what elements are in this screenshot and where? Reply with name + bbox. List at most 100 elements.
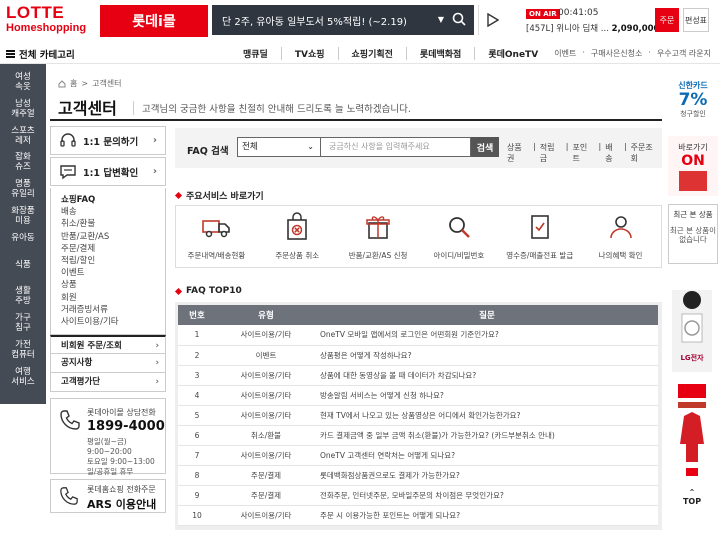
side-category-men-casual[interactable]: 남성 캐주얼	[0, 99, 46, 119]
faq-search-button[interactable]: 검색	[471, 137, 499, 157]
side-category-kids[interactable]: 유아동	[0, 233, 46, 243]
answer-check-button[interactable]: 1:1 답변확인 ›	[50, 157, 166, 186]
nav-link-thankyou-deal[interactable]: 맹큐딜	[230, 47, 281, 60]
lg-banner[interactable]: LG전자	[672, 290, 712, 372]
faq-question[interactable]: 상품에 대한 동영상을 볼 때 데이터가 차감되나요?	[316, 365, 658, 386]
faq-question[interactable]: OneTV 모바일 앱에서의 로그인은 어떤회원 기준인가요?	[316, 325, 658, 346]
search-promo-box[interactable]: 단 2주, 유아동 일부도서 5%적립! (~2.19) ▼	[212, 5, 474, 35]
table-row[interactable]: 3 사이트이용/기타 상품에 대한 동영상을 볼 때 데이터가 차감되나요?	[178, 365, 658, 386]
side-category-living-kitchen[interactable]: 생활 주방	[0, 286, 46, 306]
onair-product-name: [457L] 위니아 딤채 ...	[526, 24, 609, 34]
sub-item-cancel-refund[interactable]: 취소/환불	[61, 218, 165, 230]
nav-link-shopping-event[interactable]: 쇼핑기획전	[337, 47, 406, 60]
service-receipt[interactable]: 영수증/매출전표 발급	[499, 206, 580, 267]
side-category-travel[interactable]: 여행 서비스	[0, 367, 46, 387]
faq-search-input[interactable]: 궁금하신 사항을 입력해주세요	[321, 137, 471, 157]
util-vip[interactable]: 우수고객 라운지	[654, 48, 714, 59]
barogagi-text: 바로가기	[678, 143, 708, 152]
top-button[interactable]: ⌃ TOP	[672, 488, 712, 518]
table-row[interactable]: 9 주문/결제 전화주문, 인터넷주문, 모바일주문의 차이점은 무엇인가요?	[178, 485, 658, 506]
sub-item-product[interactable]: 상품	[61, 279, 165, 291]
keyword-reserve[interactable]: 적립금	[538, 142, 564, 164]
side-category-luxury[interactable]: 명품 유일리	[0, 179, 46, 199]
lotte-homeshopping-logo[interactable]: LOTTE Homeshopping	[6, 4, 94, 37]
keyword-giftcard[interactable]: 상품권	[505, 142, 531, 164]
sub-item-member[interactable]: 회원	[61, 292, 165, 304]
lotte-imall-banner[interactable]: 롯데i몰	[100, 5, 208, 37]
table-row[interactable]: 2 이벤트 상품평은 어떻게 작성하나요?	[178, 345, 658, 366]
table-row[interactable]: 4 사이트이용/기타 방송알림 서비스는 어떻게 신청 하나요?	[178, 385, 658, 406]
util-event[interactable]: 이벤트	[551, 48, 579, 59]
nav-link-lotte-dept[interactable]: 롯데백화점	[405, 47, 474, 60]
table-row[interactable]: 8 주문/결제 롯데백화점상품권으로도 결제가 가능한가요?	[178, 465, 658, 486]
table-row[interactable]: 1 사이트이용/기타 OneTV 모바일 앱에서의 로그인은 어떤회원 기준인가요?	[178, 325, 658, 346]
northface-banner[interactable]	[672, 382, 712, 482]
inquiry-label: 1:1 문의하기	[83, 136, 139, 148]
side-category-sports-leisure[interactable]: 스포츠 레저	[0, 126, 46, 146]
guest-order-lookup[interactable]: 비회원 주문/조회 ›	[50, 335, 166, 355]
customer-panel-link[interactable]: 고객평가단 ›	[50, 373, 166, 393]
faq-question[interactable]: 카드 결제금액 중 일부 금액 취소(환불)가 가능한가요? (카드부분취소 안…	[316, 425, 658, 446]
faq-category-select[interactable]: 전체 ⌄	[237, 137, 321, 157]
table-row[interactable]: 10 사이트이용/기타 주문 시 이용가능한 포인트는 어떻게 되나요?	[178, 505, 658, 526]
sub-item-shopping-faq[interactable]: 쇼핑FAQ	[61, 194, 165, 206]
top-label: TOP	[682, 497, 702, 506]
play-button[interactable]	[478, 5, 506, 35]
faq-question[interactable]: 롯데백화점상품권으로도 결제가 가능한가요?	[316, 465, 658, 486]
sub-item-site-etc[interactable]: 사이트이용/기타	[61, 316, 165, 328]
barogagi-on-banner[interactable]: 바로가기 ON	[668, 136, 718, 196]
shinhan-card-banner[interactable]: 신한카드 7% 청구할인	[668, 80, 718, 136]
side-category-cosmetics[interactable]: 화장품 미용	[0, 206, 46, 226]
breadcrumb-home[interactable]: 홈	[70, 78, 77, 89]
table-row[interactable]: 5 사이트이용/기타 현재 TV에서 나오고 있는 상품영상은 어디에서 확인가능한…	[178, 405, 658, 426]
faq-type: 주문/결제	[216, 485, 316, 506]
service-cancel-order[interactable]: 주문상품 취소	[257, 206, 338, 267]
service-return-exchange[interactable]: 반품/교환/AS 신청	[338, 206, 419, 267]
ars-guide-box[interactable]: 롯데홈쇼핑 전화주문 ARS 이용안내	[50, 479, 166, 514]
side-category-women-underwear[interactable]: 여성 속옷	[0, 72, 46, 92]
sub-item-points-discount[interactable]: 적립/할인	[61, 255, 165, 267]
sub-item-delivery[interactable]: 배송	[61, 206, 165, 218]
faq-number: 5	[178, 405, 216, 426]
page-title: 고객센터	[58, 99, 117, 118]
table-row[interactable]: 6 취소/환불 카드 결제금액 중 일부 금액 취소(환불)가 가능한가요? (카드…	[178, 425, 658, 446]
all-category-button[interactable]: 전체 카테고리	[6, 47, 75, 61]
util-gift[interactable]: 구매사은신청소	[588, 48, 646, 59]
nav-link-onetv[interactable]: 롯데OneTV	[474, 47, 551, 60]
sub-item-return-exchange[interactable]: 반품/교환/AS	[61, 231, 165, 243]
side-category-furniture-bedding[interactable]: 가구 침구	[0, 313, 46, 333]
faq-question[interactable]: 상품평은 어떻게 작성하나요?	[316, 345, 658, 366]
faq-question[interactable]: 방송알림 서비스는 어떻게 신청 하나요?	[316, 385, 658, 406]
faq-question[interactable]: 현재 TV에서 나오고 있는 상품영상은 어디에서 확인가능한가요?	[316, 405, 658, 426]
logo-line2: Homeshopping	[6, 22, 87, 34]
order-button[interactable]: 주문	[655, 8, 679, 32]
faq-question[interactable]: 주문 시 이용가능한 포인트는 어떻게 되나요?	[316, 505, 658, 526]
tv-schedule-button[interactable]: 편성표	[683, 8, 709, 32]
service-order-delivery[interactable]: 주문내역/배송현황	[176, 206, 257, 267]
search-icon[interactable]	[452, 12, 466, 26]
faq-number: 2	[178, 345, 216, 366]
keyword-points[interactable]: 포인트	[571, 142, 597, 164]
notice-link[interactable]: 공지사항 ›	[50, 354, 166, 374]
table-row[interactable]: 7 사이트이용/기타 OneTV 고객센터 연락처는 어떻게 되나요?	[178, 445, 658, 466]
sub-item-receipts[interactable]: 거래증빙서류	[61, 304, 165, 316]
keyword-delivery[interactable]: 배송	[603, 142, 622, 164]
onair-product[interactable]: [457L] 위니아 딤채 ... 2,090,000원	[526, 22, 667, 34]
keyword-order[interactable]: 주문조회	[629, 142, 662, 164]
recent-viewed-box[interactable]: 최근 본 상품 최근 본 상품이 없습니다	[668, 204, 718, 264]
faq-question[interactable]: OneTV 고객센터 연락처는 어떻게 되나요?	[316, 445, 658, 466]
nav-link-tv-shopping[interactable]: TV쇼핑	[280, 47, 338, 60]
faq-question[interactable]: 전화주문, 인터넷주문, 모바일주문의 차이점은 무엇인가요?	[316, 485, 658, 506]
home-icon[interactable]	[58, 79, 66, 88]
service-id-password[interactable]: 아이디/비밀번호	[418, 206, 499, 267]
util-dot: ·	[582, 48, 585, 57]
service-my-benefits[interactable]: 나의혜택 확인	[580, 206, 661, 267]
side-category-electronics[interactable]: 가전 컴퓨터	[0, 340, 46, 360]
side-category-food[interactable]: 식품	[0, 260, 46, 270]
chevron-down-icon[interactable]: ▼	[438, 15, 444, 24]
inquiry-button[interactable]: 1:1 문의하기 ›	[50, 126, 166, 155]
side-category-bags-shoes[interactable]: 잡화 슈즈	[0, 152, 46, 172]
chevron-down-icon: ⌄	[307, 142, 314, 151]
sub-item-event[interactable]: 이벤트	[61, 267, 165, 279]
sub-item-order-payment[interactable]: 주문/결제	[61, 243, 165, 255]
